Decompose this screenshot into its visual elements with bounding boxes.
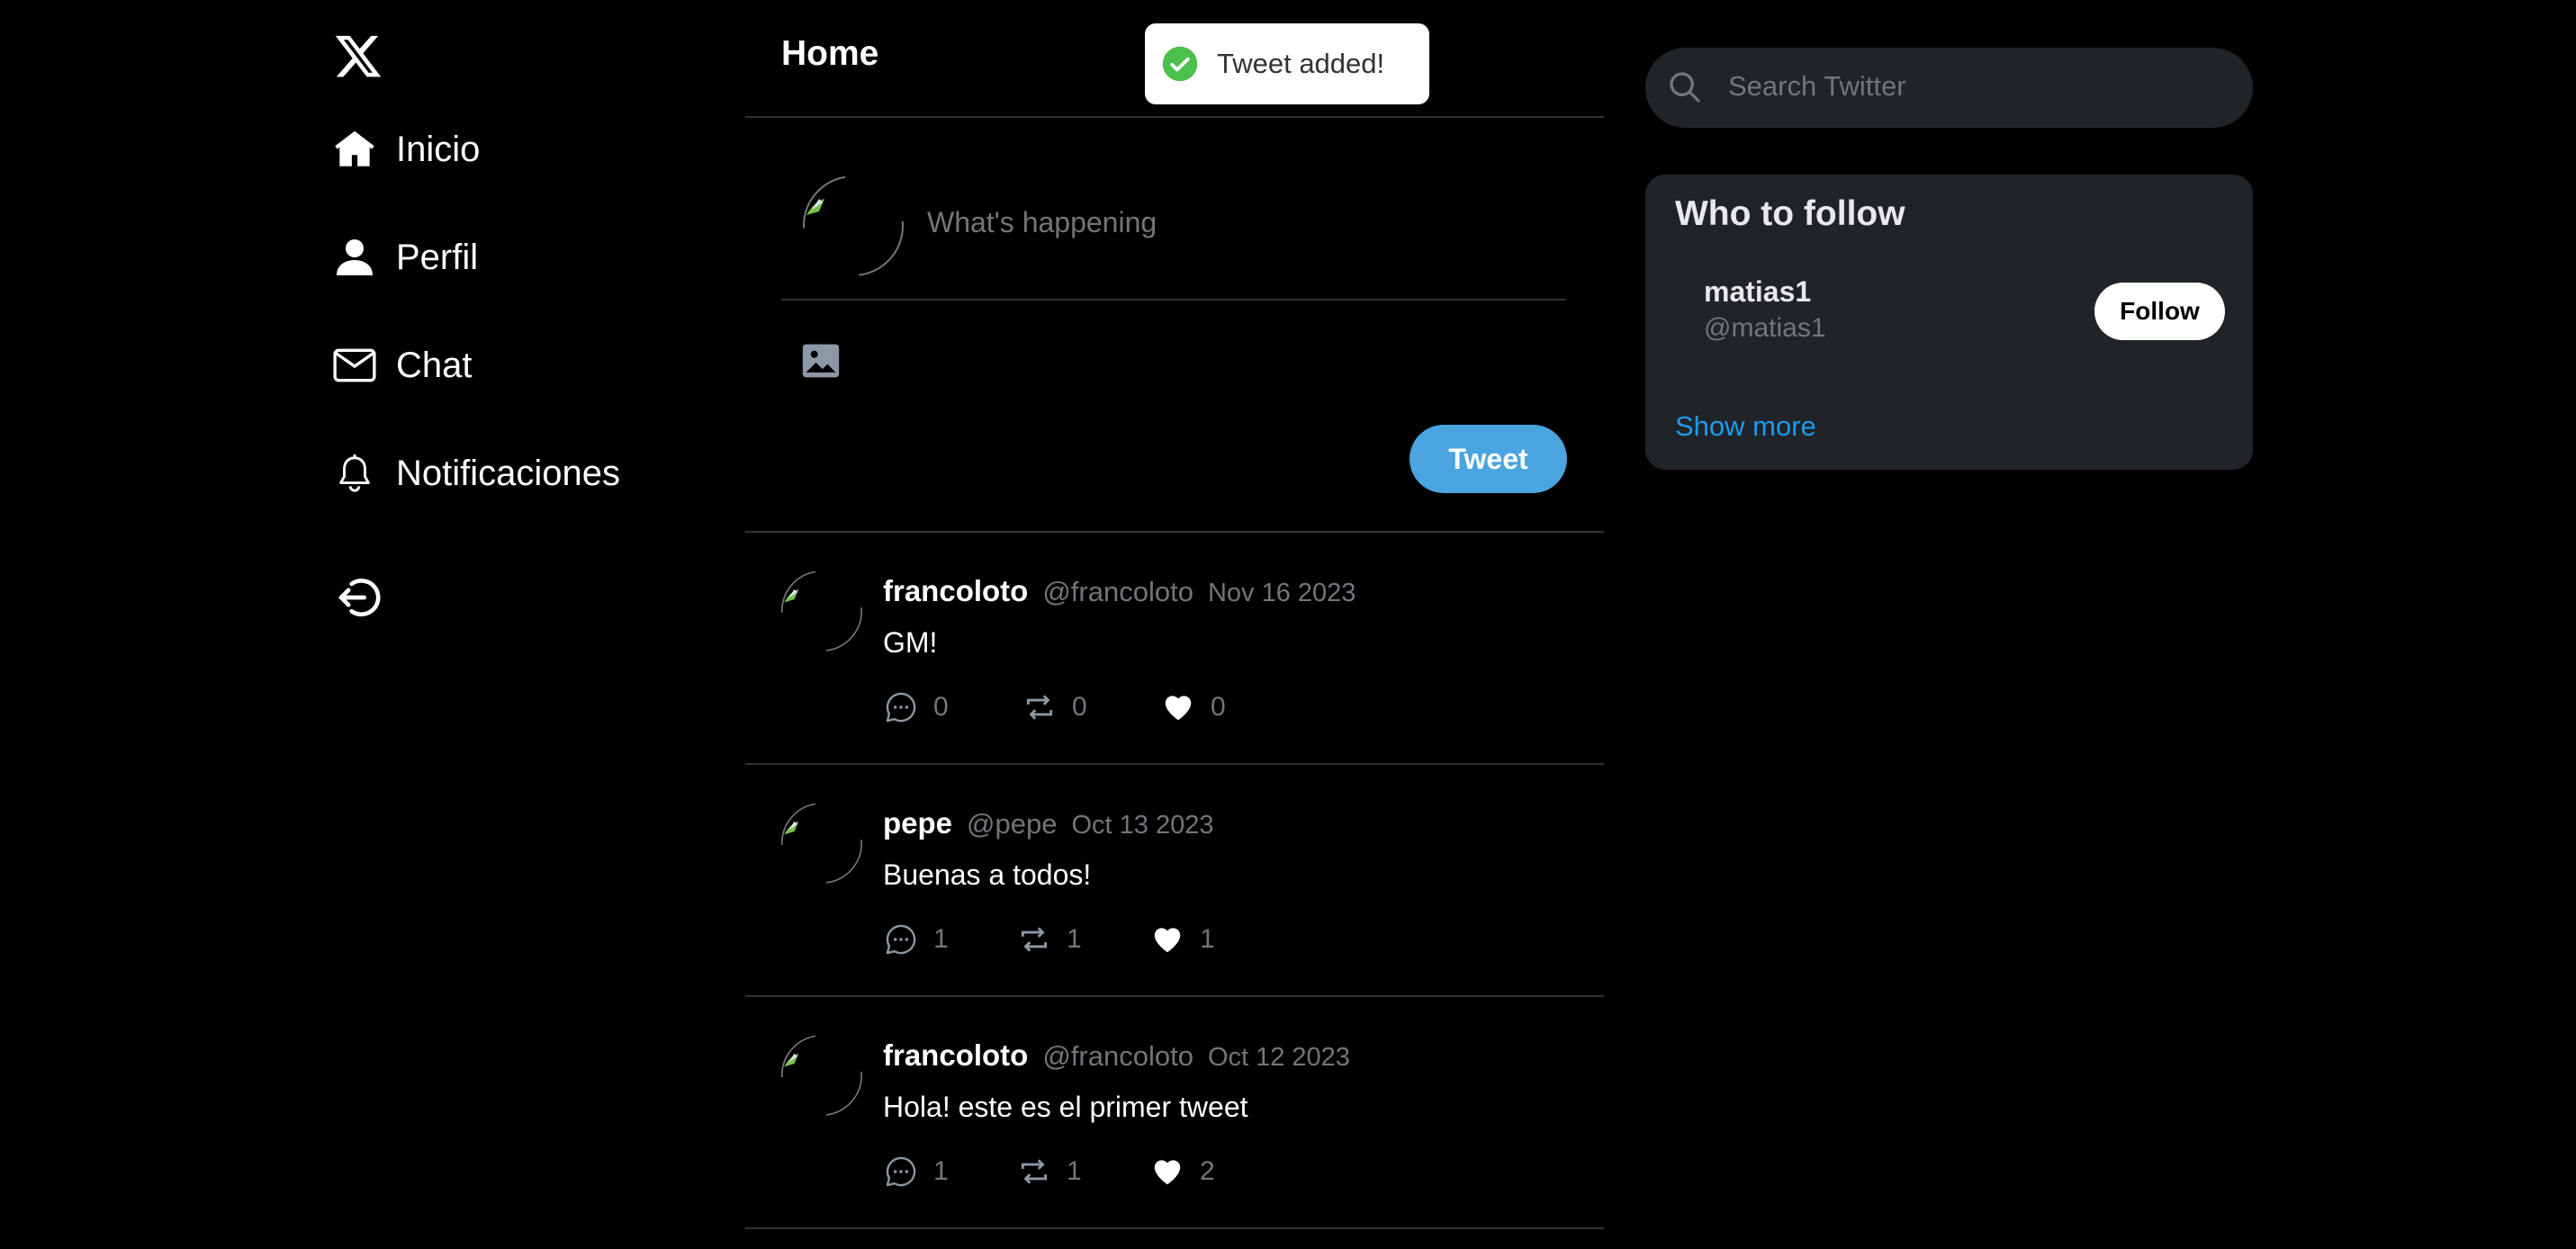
tweet-header: pepe @pepe Oct 13 2023 xyxy=(883,806,1213,840)
sidebar-item-label: Perfil xyxy=(396,237,479,277)
sidebar-item-perfil[interactable]: Perfil xyxy=(331,229,478,286)
sidebar-item-label: Inicio xyxy=(396,129,481,169)
mail-icon xyxy=(331,342,378,389)
avatar[interactable] xyxy=(803,175,904,276)
suggested-user-name[interactable]: matias1 xyxy=(1704,275,1811,309)
check-circle-icon xyxy=(1161,45,1199,83)
reply-button[interactable]: 0 xyxy=(883,687,949,727)
retweet-icon xyxy=(1016,921,1052,957)
like-button[interactable]: 0 xyxy=(1160,687,1226,727)
search-bar[interactable] xyxy=(1645,48,2253,128)
search-input[interactable] xyxy=(1726,69,2234,103)
tweet-date: Oct 12 2023 xyxy=(1207,1043,1350,1072)
tweet-handle: @francoloto xyxy=(1042,1040,1193,1072)
search-icon xyxy=(1667,69,1703,105)
divider xyxy=(781,299,1566,301)
tweet-author[interactable]: francoloto xyxy=(883,1038,1028,1073)
reply-count: 1 xyxy=(933,1156,949,1186)
toast-notification: Tweet added! xyxy=(1145,23,1429,104)
toast-message: Tweet added! xyxy=(1217,48,1385,79)
retweet-icon xyxy=(1022,689,1058,725)
avatar[interactable] xyxy=(781,571,862,651)
tweet-author[interactable]: pepe xyxy=(883,806,952,840)
compose-input[interactable] xyxy=(925,205,1559,240)
heart-icon xyxy=(1149,1154,1185,1190)
sidebar-item-notificaciones[interactable]: Notificaciones xyxy=(331,445,620,502)
tweet[interactable]: francoloto @francoloto Nov 16 2023 GM! 0… xyxy=(745,533,1604,763)
reply-button[interactable]: 1 xyxy=(883,920,949,959)
tweet-content: Buenas a todos! xyxy=(883,858,1092,891)
tweet-content: Hola! este es el primer tweet xyxy=(883,1091,1248,1123)
page-title: Home xyxy=(781,34,879,73)
retweet-button[interactable]: 1 xyxy=(1016,1152,1082,1191)
panel-title: Who to follow xyxy=(1675,194,1905,233)
like-count: 1 xyxy=(1200,924,1215,954)
image-icon[interactable] xyxy=(801,342,846,382)
tweet-button[interactable]: Tweet xyxy=(1410,425,1567,493)
retweet-count: 1 xyxy=(1067,924,1082,954)
divider xyxy=(745,116,1604,118)
reply-count: 0 xyxy=(933,692,949,722)
sidebar-item-label: Notificaciones xyxy=(396,453,621,493)
user-icon xyxy=(331,234,378,281)
sidebar-item-label: Chat xyxy=(396,345,473,385)
heart-icon xyxy=(1160,689,1196,725)
retweet-count: 0 xyxy=(1072,692,1087,722)
retweet-button[interactable]: 0 xyxy=(1022,687,1087,727)
show-more-link[interactable]: Show more xyxy=(1675,410,1816,443)
like-button[interactable]: 1 xyxy=(1149,920,1215,959)
tweet-header: francoloto @francoloto Oct 12 2023 xyxy=(883,1038,1350,1073)
reply-count: 1 xyxy=(933,924,949,954)
main-feed: Home Tweet francoloto @francoloto Nov 16… xyxy=(745,0,1604,1249)
sidebar-item-chat[interactable]: Chat xyxy=(331,337,473,394)
x-logo-icon[interactable] xyxy=(333,31,383,81)
logout-icon[interactable] xyxy=(335,572,385,623)
retweet-icon xyxy=(1016,1154,1052,1190)
avatar[interactable] xyxy=(781,803,862,884)
comment-icon xyxy=(883,689,919,725)
comment-icon xyxy=(883,1154,919,1190)
like-count: 0 xyxy=(1211,692,1226,722)
like-button[interactable]: 2 xyxy=(1149,1152,1215,1191)
comment-icon xyxy=(883,921,919,957)
retweet-count: 1 xyxy=(1067,1156,1082,1186)
tweet-author[interactable]: francoloto xyxy=(883,574,1028,608)
home-icon xyxy=(331,126,378,173)
like-count: 2 xyxy=(1200,1156,1215,1186)
tweet-handle: @francoloto xyxy=(1042,576,1193,607)
avatar[interactable] xyxy=(781,1035,862,1116)
heart-icon xyxy=(1149,921,1185,957)
who-to-follow-panel: Who to follow matias1 @matias1 Follow Sh… xyxy=(1645,175,2253,470)
tweet-handle: @pepe xyxy=(967,808,1058,840)
tweet-date: Nov 16 2023 xyxy=(1207,579,1356,607)
tweet-header: francoloto @francoloto Nov 16 2023 xyxy=(883,574,1356,608)
bell-icon xyxy=(331,450,378,497)
tweet[interactable]: pepe @pepe Oct 13 2023 Buenas a todos! 1… xyxy=(745,765,1604,995)
suggested-user-handle: @matias1 xyxy=(1704,313,1826,343)
tweet-date: Oct 13 2023 xyxy=(1071,811,1214,840)
divider xyxy=(745,1227,1604,1229)
tweet-content: GM! xyxy=(883,626,938,659)
tweet[interactable]: francoloto @francoloto Oct 12 2023 Hola!… xyxy=(745,997,1604,1227)
reply-button[interactable]: 1 xyxy=(883,1152,949,1191)
retweet-button[interactable]: 1 xyxy=(1016,920,1082,959)
sidebar-item-inicio[interactable]: Inicio xyxy=(331,121,480,178)
follow-button[interactable]: Follow xyxy=(2094,283,2225,340)
